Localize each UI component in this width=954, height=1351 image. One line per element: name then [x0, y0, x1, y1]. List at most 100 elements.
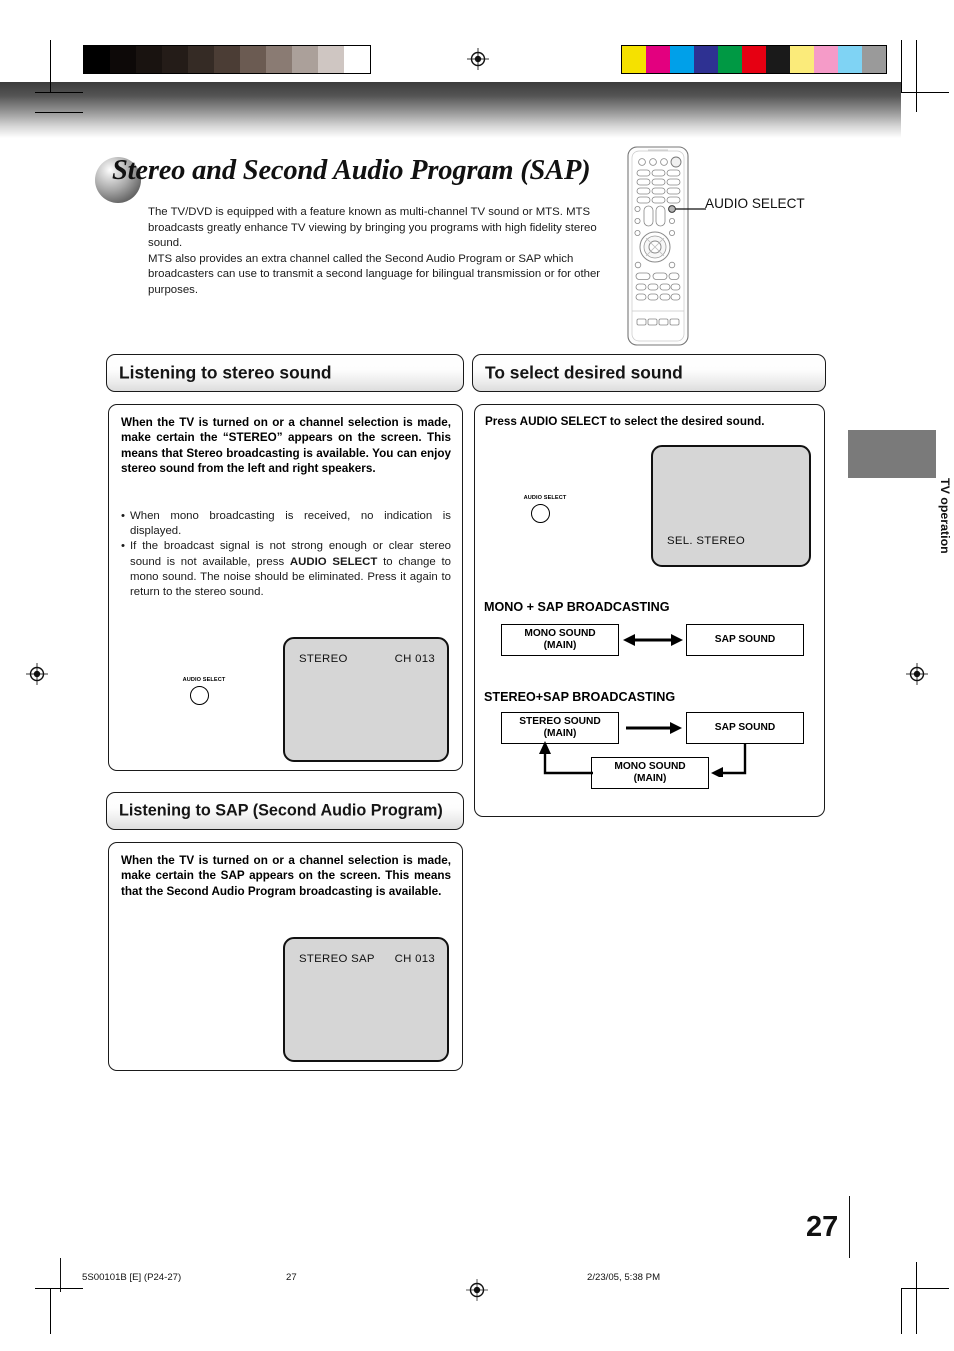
tv-osd-sel-stereo: SEL. STEREO [667, 535, 745, 547]
diagram-title-stereo-sap: STEREO+SAP BROADCASTING [484, 690, 676, 704]
grayscale-calibration-bar [83, 45, 371, 74]
grayscale-swatch [240, 46, 266, 73]
registration-target-top [467, 48, 489, 70]
color-swatch [694, 46, 718, 73]
intro-paragraph-2: MTS also provides an extra channel calle… [148, 252, 601, 296]
arrow-mono-to-stereo [533, 741, 595, 782]
tv-osd-left-sap: STEREO SAP [299, 953, 375, 965]
footer-doc-code: 5S00101B [E] (P24-27) [82, 1272, 182, 1283]
intro-paragraph-1: The TV/DVD is equipped with a feature kn… [148, 206, 597, 250]
section-heading-listening-sap: Listening to SAP (Second Audio Program) [106, 792, 464, 830]
section-heading-select-sound: To select desired sound [472, 354, 826, 392]
crop-mark-top-left-h [35, 92, 83, 94]
section-heading-label: Listening to stereo sound [119, 362, 332, 383]
section-heading-select-label: To select desired sound [485, 362, 683, 383]
remote-control-illustration: AUDIO SELECT [620, 143, 920, 348]
flowbox-stereo-sound-main: STEREO SOUND (MAIN) [501, 712, 619, 744]
crop-mark-bottom-left-v [50, 1288, 52, 1334]
flowbox-mono-sound-main: MONO SOUND (MAIN) [501, 624, 619, 656]
bullet2-bold: AUDIO SELECT [289, 555, 378, 568]
diagram-title-mono-sap: MONO + SAP BROADCASTING [484, 600, 670, 614]
audio-select-button-knob-right[interactable] [531, 504, 550, 523]
flowbox-line1: SAP SOUND [714, 721, 776, 733]
side-tab-label: TV operation [938, 478, 952, 554]
tv-osd-left-stereo: STEREO [299, 653, 348, 665]
flowbox-line1: STEREO SOUND [519, 715, 601, 727]
intro-text: The TV/DVD is equipped with a feature kn… [148, 205, 610, 299]
color-swatch [718, 46, 742, 73]
flowbox-line2: (MAIN) [543, 728, 577, 739]
color-calibration-bar [621, 45, 887, 74]
color-swatch [790, 46, 814, 73]
color-swatch [742, 46, 766, 73]
remote-control-svg [627, 146, 706, 346]
crop-mark-top-left-h2 [35, 112, 83, 114]
grayscale-swatch [292, 46, 318, 73]
section-heading-listening-stereo: Listening to stereo sound [106, 354, 464, 392]
footer-timestamp: 2/23/05, 5:38 PM [587, 1272, 661, 1283]
grayscale-swatch [162, 46, 188, 73]
flowbox-line1: SAP SOUND [714, 633, 776, 645]
audio-select-button-caption: AUDIO SELECT [182, 677, 226, 683]
grayscale-swatch [318, 46, 344, 73]
panel-listening-stereo: When the TV is turned on or a channel se… [108, 404, 463, 771]
crop-mark-bottom-right-h [901, 1288, 949, 1290]
color-swatch [646, 46, 670, 73]
grayscale-swatch [344, 46, 370, 73]
color-swatch [838, 46, 862, 73]
audio-select-callout-label: AUDIO SELECT [705, 196, 805, 211]
crop-mark-top-right-h [901, 92, 949, 94]
footer-page: 27 [286, 1272, 297, 1283]
grayscale-swatch [188, 46, 214, 73]
sap-bold-text: When the TV is turned on or a channel se… [121, 854, 451, 898]
color-swatch [622, 46, 646, 73]
audio-select-button-knob[interactable] [190, 686, 209, 705]
flowbox-sap-sound-2: SAP SOUND [686, 712, 804, 744]
header-gradient-band [0, 82, 901, 138]
stereo-bold-text: When the TV is turned on or a channel se… [121, 416, 451, 475]
tv-osd-right-stereo: CH 013 [394, 653, 435, 665]
grayscale-swatch [266, 46, 292, 73]
flowbox-mono-sound-main-2: MONO SOUND (MAIN) [591, 757, 709, 789]
page-title: Stereo and Second Audio Program (SAP) [112, 155, 591, 186]
select-sound-instruction: Press AUDIO SELECT to select the desired… [485, 415, 765, 428]
panel-listening-sap: When the TV is turned on or a channel se… [108, 842, 463, 1071]
crop-mark-top-right-v [901, 40, 903, 92]
flowbox-line2: (MAIN) [543, 640, 577, 651]
page-number: 27 [806, 1211, 839, 1243]
footer-rule [60, 1258, 62, 1292]
flowbox-line2: (MAIN) [633, 773, 667, 784]
flowbox-line1: MONO SOUND [614, 760, 686, 772]
stereo-bullet-2: If the broadcast signal is not strong en… [121, 539, 451, 600]
tv-osd-right-sap: CH 013 [394, 953, 435, 965]
panel-select-sound: Press AUDIO SELECT to select the desired… [474, 404, 825, 817]
grayscale-swatch [136, 46, 162, 73]
audio-select-button-caption-right: AUDIO SELECT [523, 495, 567, 501]
arrow-stereo-to-sap [626, 720, 682, 741]
audio-select-button-glyph-stereo[interactable]: AUDIO SELECT [175, 677, 233, 715]
grayscale-swatch [214, 46, 240, 73]
page-number-rule [849, 1196, 851, 1258]
crop-mark-right-upper-v [916, 40, 918, 112]
crop-mark-right-lower-v [916, 1262, 918, 1334]
stereo-bullet-list: When mono broadcasting is received, no i… [121, 509, 451, 600]
color-swatch [670, 46, 694, 73]
color-swatch [814, 46, 838, 73]
color-swatch [766, 46, 790, 73]
grayscale-swatch [110, 46, 136, 73]
tv-screen-stereo: STEREO CH 013 [283, 637, 449, 762]
crop-mark-bottom-left-h [35, 1288, 83, 1290]
side-tab-gray-block [848, 430, 936, 478]
crop-mark-bottom-right-v [901, 1288, 903, 1334]
arrow-bidirectional-mono-sap [623, 632, 683, 653]
registration-target-left [26, 663, 48, 685]
tv-screen-sap: STEREO SAP CH 013 [283, 937, 449, 1062]
tv-screen-select-sound: SEL. STEREO [651, 445, 811, 567]
color-swatch [862, 46, 886, 73]
audio-select-button-glyph-right[interactable]: AUDIO SELECT [516, 495, 574, 533]
grayscale-swatch [84, 46, 110, 73]
crop-mark-top-left-v [50, 40, 52, 92]
flowbox-sap-sound: SAP SOUND [686, 624, 804, 656]
registration-target-right [906, 663, 928, 685]
stereo-bullet-1: When mono broadcasting is received, no i… [121, 509, 451, 539]
